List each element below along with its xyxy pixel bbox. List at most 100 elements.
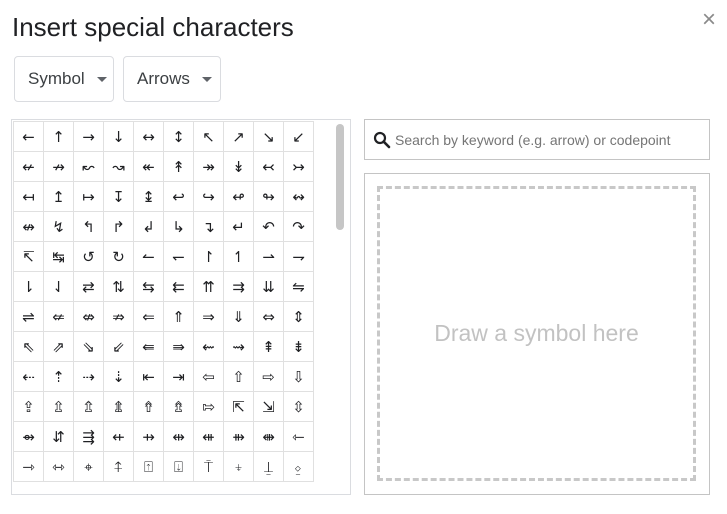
grid-scrollbar[interactable] [336, 124, 344, 230]
character-cell[interactable]: ⇓ [223, 301, 254, 332]
character-cell[interactable]: ↓ [103, 121, 134, 152]
character-cell[interactable]: ⇝ [223, 331, 254, 362]
character-cell[interactable]: ⇞ [253, 331, 284, 362]
character-cell[interactable]: ⇔ [253, 301, 284, 332]
character-cell[interactable]: ⇙ [103, 331, 134, 362]
character-cell[interactable]: ⇮ [133, 391, 164, 422]
character-cell[interactable]: ↪ [193, 181, 224, 212]
character-cell[interactable]: ↴ [193, 211, 224, 242]
character-cell[interactable]: ⇲ [253, 391, 284, 422]
character-cell[interactable]: ← [13, 121, 44, 152]
character-cell[interactable]: ↢ [253, 151, 284, 182]
character-cell[interactable]: ⇣ [103, 361, 134, 392]
character-cell[interactable]: ⇤ [133, 361, 164, 392]
character-cell[interactable]: ⇅ [103, 271, 134, 302]
draw-area[interactable]: Draw a symbol here [377, 186, 696, 481]
character-cell[interactable]: ⇌ [13, 301, 44, 332]
character-cell[interactable]: ⇢ [73, 361, 104, 392]
character-cell[interactable]: ⇇ [163, 271, 194, 302]
character-cell[interactable]: ↾ [193, 241, 224, 272]
character-cell[interactable]: ⇍ [43, 301, 74, 332]
character-cell[interactable]: ⇫ [43, 391, 74, 422]
character-cell[interactable]: ⇴ [13, 421, 44, 452]
character-cell[interactable]: ⇘ [73, 331, 104, 362]
character-cell[interactable]: ↫ [223, 181, 254, 212]
character-cell[interactable]: ⇃ [43, 271, 74, 302]
subcategory-dropdown[interactable]: Arrows [123, 56, 221, 102]
character-cell[interactable]: ⇼ [253, 421, 284, 452]
character-cell[interactable]: ⇾ [13, 451, 44, 482]
character-cell[interactable]: ↜ [73, 151, 104, 182]
search-input[interactable] [395, 131, 695, 148]
character-cell[interactable]: ⍖ [223, 451, 254, 482]
character-cell[interactable]: ↷ [283, 211, 314, 242]
character-cell[interactable]: ⇬ [73, 391, 104, 422]
character-cell[interactable]: ⍑ [193, 451, 224, 482]
character-cell[interactable]: ↡ [223, 151, 254, 182]
character-cell[interactable]: ↝ [103, 151, 134, 182]
character-cell[interactable]: ⇶ [73, 421, 104, 452]
character-cell[interactable]: ↰ [73, 211, 104, 242]
character-cell[interactable]: ⇳ [283, 391, 314, 422]
character-cell[interactable]: ⇟ [283, 331, 314, 362]
character-cell[interactable]: ⇊ [253, 271, 284, 302]
character-cell[interactable]: ⇀ [253, 241, 284, 272]
character-cell[interactable]: ↯ [43, 211, 74, 242]
character-cell[interactable]: ↲ [133, 211, 164, 242]
character-cell[interactable]: ↩ [163, 181, 194, 212]
character-cell[interactable]: ↭ [283, 181, 314, 212]
character-cell[interactable]: ↮ [13, 211, 44, 242]
character-cell[interactable]: ↠ [193, 151, 224, 182]
character-cell[interactable]: ↶ [253, 211, 284, 242]
character-cell[interactable]: ↔ [133, 121, 164, 152]
character-cell[interactable]: ↧ [103, 181, 134, 212]
character-cell[interactable]: ↹ [43, 241, 74, 272]
character-cell[interactable]: ⇸ [133, 421, 164, 452]
character-cell[interactable]: ⇜ [193, 331, 224, 362]
character-cell[interactable]: ⇖ [13, 331, 44, 362]
character-cell[interactable]: ↬ [253, 181, 284, 212]
character-cell[interactable]: ⇿ [43, 451, 74, 482]
character-cell[interactable]: ↨ [133, 181, 164, 212]
character-cell[interactable]: ⍗ [163, 451, 194, 482]
character-cell[interactable]: ↞ [133, 151, 164, 182]
character-cell[interactable]: ⍐ [133, 451, 164, 482]
character-cell[interactable]: ⇛ [163, 331, 194, 362]
character-cell[interactable]: ⇦ [193, 361, 224, 392]
character-cell[interactable]: ⇩ [283, 361, 314, 392]
character-cell[interactable]: ↑ [43, 121, 74, 152]
character-cell[interactable]: ↛ [43, 151, 74, 182]
character-cell[interactable]: ⇡ [43, 361, 74, 392]
character-cell[interactable]: ↙ [283, 121, 314, 152]
character-cell[interactable]: ⇰ [193, 391, 224, 422]
character-cell[interactable]: ↥ [43, 181, 74, 212]
character-cell[interactable]: ⇚ [133, 331, 164, 362]
character-cell[interactable]: ⍏ [103, 451, 134, 482]
character-cell[interactable]: → [73, 121, 104, 152]
character-cell[interactable]: ⇻ [223, 421, 254, 452]
character-cell[interactable]: ↻ [103, 241, 134, 272]
character-cell[interactable]: ↤ [13, 181, 44, 212]
character-cell[interactable]: ↗ [223, 121, 254, 152]
character-cell[interactable]: ⇈ [193, 271, 224, 302]
character-cell[interactable]: ↖ [193, 121, 224, 152]
character-cell[interactable]: ⇁ [283, 241, 314, 272]
character-cell[interactable]: ↣ [283, 151, 314, 182]
character-cell[interactable]: ⇠ [13, 361, 44, 392]
character-cell[interactable]: ⇧ [223, 361, 254, 392]
character-cell[interactable]: ⇕ [283, 301, 314, 332]
character-cell[interactable]: ⍚ [283, 451, 314, 482]
character-cell[interactable]: ⌖ [73, 451, 104, 482]
character-cell[interactable]: ⇵ [43, 421, 74, 452]
character-cell[interactable]: ↘ [253, 121, 284, 152]
character-cell[interactable]: ⇪ [13, 391, 44, 422]
character-cell[interactable]: ⇋ [283, 271, 314, 302]
character-cell[interactable]: ↿ [223, 241, 254, 272]
character-cell[interactable]: ↱ [103, 211, 134, 242]
character-cell[interactable]: ↕ [163, 121, 194, 152]
character-cell[interactable]: ⇗ [43, 331, 74, 362]
character-cell[interactable]: ⇒ [193, 301, 224, 332]
character-cell[interactable]: ↚ [13, 151, 44, 182]
character-cell[interactable]: ↺ [73, 241, 104, 272]
character-cell[interactable]: ↟ [163, 151, 194, 182]
